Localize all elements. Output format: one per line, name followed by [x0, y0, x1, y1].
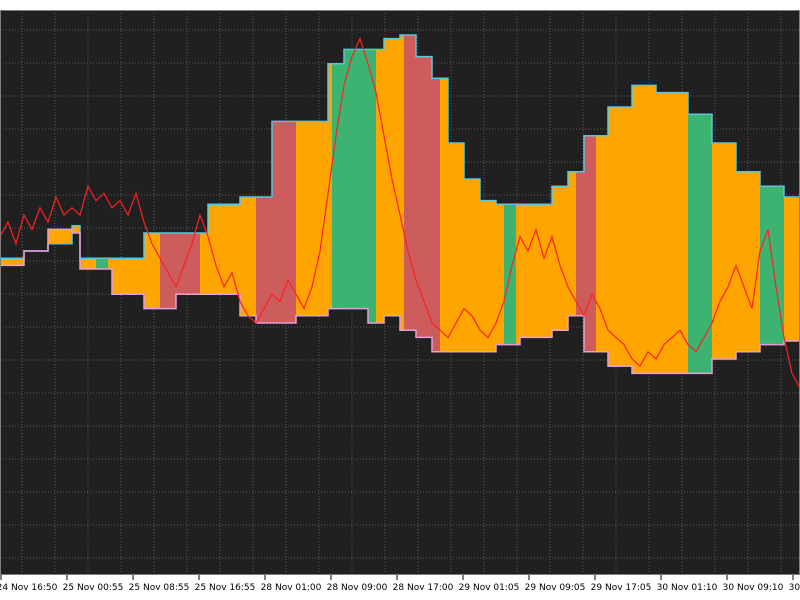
x-tick-label: 29 Nov 01:05 [459, 583, 520, 593]
x-tick-label: 25 Nov 00:55 [63, 583, 124, 593]
x-tick-label: 30 Nov 09:10 [723, 583, 784, 593]
x-tick-label: 25 Nov 16:55 [195, 583, 256, 593]
x-tick-label: 25 Nov 08:55 [129, 583, 190, 593]
x-tick-label: 28 Nov 09:00 [327, 583, 388, 593]
x-tick-label: 29 Nov 09:05 [525, 583, 586, 593]
x-tick-label: 28 Nov 01:00 [261, 583, 322, 593]
x-tick-label: 24 Nov 16:50 [0, 583, 58, 593]
x-tick-label: 29 Nov 17:05 [591, 583, 652, 593]
chart-frame: 24 Nov 16:50 25 Nov 00:55 25 Nov 08:55 25 N… [0, 0, 800, 600]
price-chart: 24 Nov 16:50 25 Nov 00:55 25 Nov 08:55 25 N… [0, 0, 800, 600]
x-tick-label: 28 Nov 17:00 [393, 583, 454, 593]
x-tick-label: 30 Nov 01:10 [657, 583, 718, 593]
x-tick-label: 30 Nov 17:15 [789, 583, 800, 593]
